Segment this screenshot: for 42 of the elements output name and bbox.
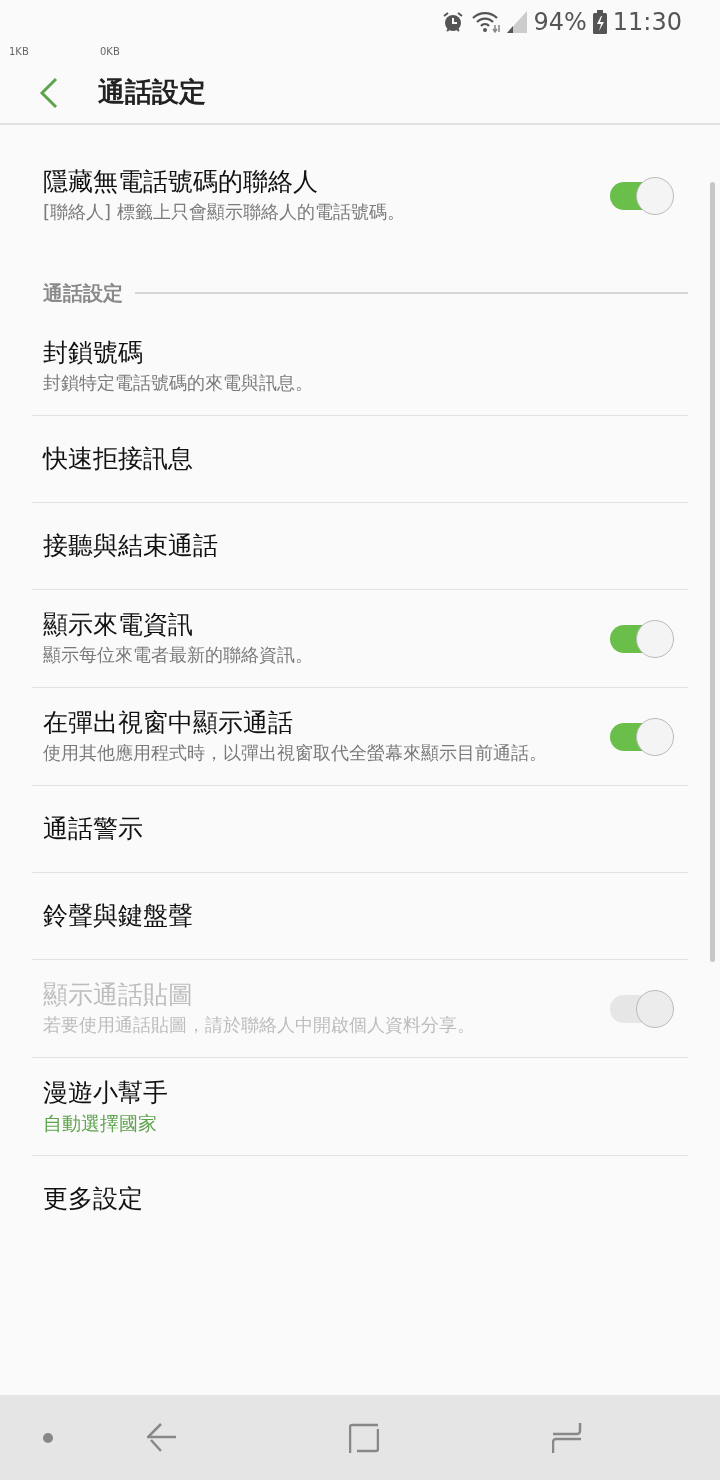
item-title: 接聽與結束通話 <box>43 530 219 562</box>
item-description: 顯示每位來電者最新的聯絡資訊。 <box>43 643 314 667</box>
battery-percentage: 94% <box>533 7 587 38</box>
network-speed: 0KB <box>100 45 120 59</box>
item-title: 更多設定 <box>43 1183 144 1215</box>
item-title: 封鎖號碼 <box>43 337 144 369</box>
settings-item[interactable]: 接聽與結束通話 <box>32 503 688 590</box>
recent-apps-button[interactable] <box>349 1421 379 1454</box>
settings-item[interactable]: 更多設定 <box>32 1156 688 1242</box>
item-value: 自動選擇國家 <box>43 1111 158 1136</box>
network-speed: 1KB <box>9 45 29 59</box>
toggle-switch[interactable] <box>608 177 674 213</box>
item-title: 通話警示 <box>43 813 144 845</box>
item-title: 在彈出視窗中顯示通話 <box>43 707 294 739</box>
settings-item[interactable]: 封鎖號碼 封鎖特定電話號碼的來電與訊息。 <box>32 318 688 416</box>
item-description: 若要使用通話貼圖，請於聯絡人中開啟個人資料分享。 <box>43 1013 476 1037</box>
item-title: 快速拒接訊息 <box>43 443 194 475</box>
item-title: 顯示來電資訊 <box>43 609 194 641</box>
battery-icon <box>592 10 607 34</box>
item-description: 封鎖特定電話號碼的來電與訊息。 <box>43 371 314 395</box>
settings-item[interactable]: 鈴聲與鍵盤聲 <box>32 873 688 960</box>
back-button[interactable] <box>147 1421 177 1454</box>
wifi-icon <box>471 10 502 34</box>
settings-item[interactable]: 隱藏無電話號碼的聯絡人 [聯絡人] 標籤上只會顯示聯絡人的電話號碼。 <box>32 125 688 244</box>
clock-time: 11:30 <box>612 7 682 38</box>
signal-icon <box>507 11 528 33</box>
item-description: 使用其他應用程式時，以彈出視窗取代全螢幕來顯示目前通話。 <box>43 741 548 765</box>
item-title: 隱藏無電話號碼的聯絡人 <box>43 166 319 198</box>
item-title: 顯示通話貼圖 <box>43 979 194 1011</box>
item-title: 鈴聲與鍵盤聲 <box>43 900 194 932</box>
item-title: 漫遊小幫手 <box>43 1077 169 1109</box>
settings-item[interactable]: 快速拒接訊息 <box>32 416 688 503</box>
settings-item[interactable]: 在彈出視窗中顯示通話 使用其他應用程式時，以彈出視窗取代全螢幕來顯示目前通話。 <box>32 688 688 786</box>
settings-item[interactable]: 通話警示 <box>32 786 688 873</box>
settings-item[interactable]: 顯示來電資訊 顯示每位來電者最新的聯絡資訊。 <box>32 590 688 688</box>
home-button[interactable] <box>552 1421 582 1454</box>
item-description: [聯絡人] 標籤上只會顯示聯絡人的電話號碼。 <box>43 200 406 224</box>
settings-item[interactable]: 漫遊小幫手 自動選擇國家 <box>32 1058 688 1156</box>
toggle-switch[interactable] <box>608 718 674 754</box>
screen-title: 通話設定 <box>98 75 206 110</box>
section-header: 通話設定 <box>43 280 123 307</box>
toggle-switch[interactable] <box>608 620 674 656</box>
